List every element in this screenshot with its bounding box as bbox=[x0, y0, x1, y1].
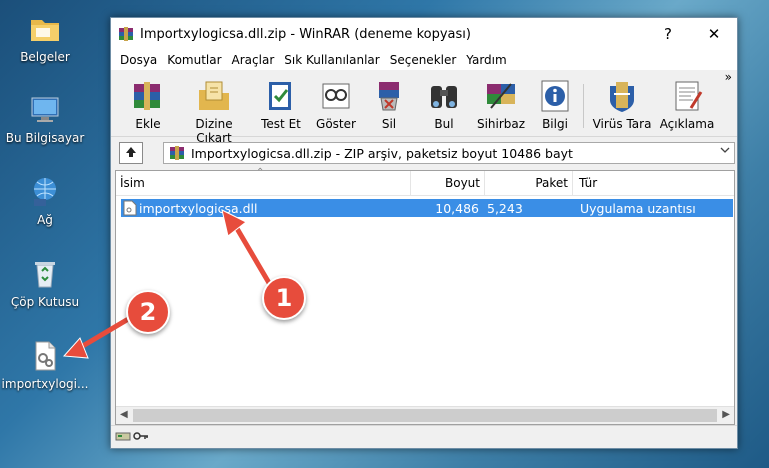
toolbar-label: Virüs Tara bbox=[592, 117, 652, 131]
drive-icon bbox=[115, 430, 131, 445]
toolbar-find-button[interactable]: Bul bbox=[424, 78, 464, 131]
test-icon bbox=[263, 78, 299, 114]
dll-file-icon bbox=[28, 339, 62, 373]
toolbar-label: Göster bbox=[316, 117, 356, 131]
toolbar-test-button[interactable]: Test Et bbox=[256, 78, 306, 131]
toolbar-delete-button[interactable]: Sil bbox=[369, 78, 409, 131]
find-icon bbox=[426, 78, 462, 114]
view-icon bbox=[318, 78, 354, 114]
address-bar: Importxylogicsa.dll.zip - ZIP arşiv, pak… bbox=[111, 140, 737, 166]
toolbar-wizard-button[interactable]: Sihirbaz bbox=[475, 78, 527, 131]
folder-icon bbox=[28, 12, 62, 46]
desktop-icon-dll-file[interactable]: importxylogi... bbox=[0, 339, 90, 391]
menu-help[interactable]: Yardım bbox=[461, 53, 511, 67]
menu-file[interactable]: Dosya bbox=[115, 53, 162, 67]
horizontal-scrollbar[interactable]: ◀ ▶ bbox=[116, 406, 734, 424]
file-size: 10,486 bbox=[435, 200, 479, 216]
menu-options[interactable]: Seçenekler bbox=[385, 53, 462, 67]
toolbar-label: Bilgi bbox=[542, 117, 568, 131]
file-packed: 5,243 bbox=[487, 200, 523, 216]
column-header: ⌃ İsim Boyut Paket Tür bbox=[116, 167, 734, 196]
desktop-icon-label: Çöp Kutusu bbox=[10, 295, 80, 309]
toolbar-label: Bul bbox=[434, 117, 454, 131]
toolbar-view-button[interactable]: Göster bbox=[311, 78, 361, 131]
key-icon bbox=[133, 430, 149, 445]
desktop-icon-label: Belgeler bbox=[20, 50, 70, 64]
desktop-icon-documents[interactable]: Belgeler bbox=[0, 12, 90, 64]
column-type[interactable]: Tür bbox=[573, 171, 734, 195]
title-bar[interactable]: Importxylogicsa.dll.zip - WinRAR (deneme… bbox=[111, 18, 737, 50]
winrar-app-icon bbox=[118, 26, 134, 42]
toolbar-info-button[interactable]: Bilgi bbox=[535, 78, 575, 131]
table-row[interactable]: importxylogicsa.dll 10,486 5,243 Uygulam… bbox=[121, 199, 733, 217]
column-size[interactable]: Boyut bbox=[411, 171, 485, 195]
sort-arrow-icon: ⌃ bbox=[256, 167, 265, 178]
virus-scan-icon bbox=[604, 78, 640, 114]
menu-bar: Dosya Komutlar Araçlar Sık Kullanılanlar… bbox=[111, 50, 737, 70]
toolbar-separator bbox=[583, 84, 584, 128]
window-title: Importxylogicsa.dll.zip - WinRAR (deneme… bbox=[140, 26, 471, 42]
chevron-down-icon[interactable] bbox=[720, 145, 730, 158]
desktop-icon-network[interactable]: Ağ bbox=[0, 175, 90, 227]
menu-tools[interactable]: Araçlar bbox=[227, 53, 280, 67]
desktop-icon-this-pc[interactable]: Bu Bilgisayar bbox=[0, 93, 90, 145]
wizard-icon bbox=[483, 78, 519, 114]
toolbar-more-button[interactable]: » bbox=[725, 70, 732, 84]
status-bar bbox=[111, 425, 737, 448]
toolbar-label: Sihirbaz bbox=[476, 117, 526, 131]
help-button[interactable]: ? bbox=[645, 18, 691, 50]
winrar-window: Importxylogicsa.dll.zip - WinRAR (deneme… bbox=[110, 17, 738, 449]
toolbar-label: Açıklama bbox=[659, 117, 715, 131]
desktop-icon-label: importxylogi... bbox=[1, 377, 89, 391]
toolbar-comment-button[interactable]: Açıklama bbox=[659, 78, 715, 131]
toolbar-label: Test Et bbox=[261, 117, 301, 131]
toolbar-label: Sil bbox=[381, 117, 397, 131]
info-icon bbox=[537, 78, 573, 114]
file-name: importxylogicsa.dll bbox=[139, 200, 258, 216]
close-button[interactable]: ✕ bbox=[691, 18, 737, 50]
up-folder-button[interactable] bbox=[119, 142, 143, 164]
winrar-archive-icon bbox=[169, 146, 185, 160]
up-arrow-icon bbox=[124, 145, 138, 162]
computer-icon bbox=[28, 93, 62, 127]
add-archive-icon bbox=[130, 78, 166, 114]
desktop-icon-label: Bu Bilgisayar bbox=[5, 131, 85, 145]
annotation-badge-2: 2 bbox=[126, 290, 170, 334]
toolbar-extract-button[interactable]: Dizine Çıkart bbox=[178, 78, 250, 145]
comment-icon bbox=[669, 78, 705, 114]
scroll-left-icon[interactable]: ◀ bbox=[120, 409, 128, 420]
dll-file-icon bbox=[123, 200, 137, 219]
network-icon bbox=[28, 175, 62, 209]
toolbar: Ekle Dizine Çıkart Test Et Göster Sil Bu… bbox=[111, 70, 737, 145]
toolbar-virus-scan-button[interactable]: Virüs Tara bbox=[591, 78, 653, 131]
scrollbar-thumb[interactable] bbox=[133, 409, 717, 422]
toolbar-add-button[interactable]: Ekle bbox=[123, 78, 173, 131]
scroll-right-icon[interactable]: ▶ bbox=[722, 409, 730, 420]
file-list: ⌃ İsim Boyut Paket Tür importxylogicsa.d… bbox=[115, 167, 735, 425]
archive-path-text: Importxylogicsa.dll.zip - ZIP arşiv, pak… bbox=[191, 145, 573, 161]
file-type: Uygulama uzantısı bbox=[580, 200, 696, 216]
delete-icon bbox=[371, 78, 407, 114]
archive-path-box[interactable]: Importxylogicsa.dll.zip - ZIP arşiv, pak… bbox=[163, 142, 735, 164]
desktop-icon-recycle-bin[interactable]: Çöp Kutusu bbox=[0, 257, 90, 309]
menu-favorites[interactable]: Sık Kullanılanlar bbox=[279, 53, 384, 67]
recycle-bin-icon bbox=[28, 257, 62, 291]
extract-icon bbox=[196, 78, 232, 114]
toolbar-label: Ekle bbox=[135, 117, 161, 131]
menu-commands[interactable]: Komutlar bbox=[162, 53, 226, 67]
annotation-badge-1: 1 bbox=[262, 276, 306, 320]
column-packed[interactable]: Paket bbox=[485, 171, 573, 195]
desktop-icon-label: Ağ bbox=[37, 213, 53, 227]
